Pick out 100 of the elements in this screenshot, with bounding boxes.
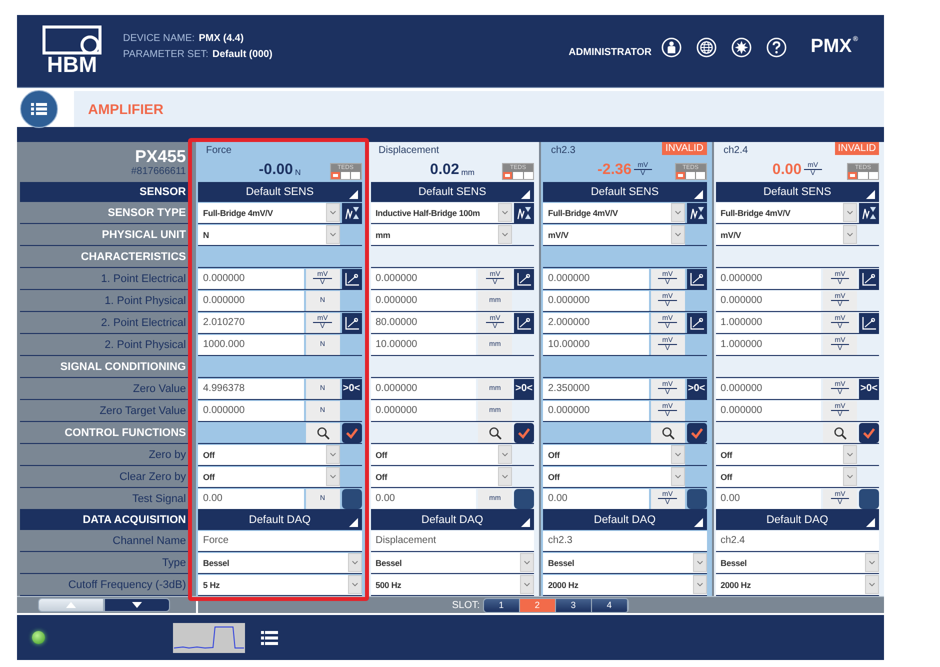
dropdown[interactable]: 5 Hz: [198, 574, 362, 594]
preset-bar[interactable]: Default DAQ: [716, 510, 879, 530]
dropdown[interactable]: 2000 Hz: [543, 574, 706, 594]
input-field[interactable]: 0.000000: [716, 400, 821, 420]
input-field[interactable]: 2.350000: [543, 378, 648, 398]
input-field[interactable]: 0.000000: [543, 290, 648, 310]
globe-icon[interactable]: [696, 36, 717, 58]
dropdown[interactable]: Inductive Half-Bridge 100m: [370, 202, 512, 222]
zero-button[interactable]: >0<: [686, 378, 706, 398]
input-field[interactable]: 0.000000: [716, 290, 821, 310]
input-field[interactable]: 0.00: [198, 488, 304, 508]
input-field[interactable]: 10.00000: [543, 334, 648, 354]
dropdown[interactable]: Off: [716, 444, 857, 464]
calibrate-button[interactable]: [514, 268, 534, 288]
zero-button[interactable]: >0<: [514, 378, 534, 398]
input-field[interactable]: 0.000000: [543, 268, 648, 288]
list-icon[interactable]: [261, 630, 278, 644]
calibrate-button[interactable]: [342, 312, 362, 332]
dropdown[interactable]: Full-Bridge 4mV/V: [543, 202, 684, 222]
sensor-button[interactable]: [859, 202, 879, 222]
input-field[interactable]: 0.00: [370, 488, 476, 508]
dropdown[interactable]: Off: [370, 466, 512, 486]
settings-icon[interactable]: [730, 36, 752, 58]
dropdown[interactable]: 2000 Hz: [716, 574, 879, 594]
input-field[interactable]: 80.00000: [370, 312, 476, 332]
input-field[interactable]: 0.000000: [198, 400, 304, 420]
scroll-down-button[interactable]: [104, 598, 170, 612]
toggle-button[interactable]: [514, 488, 534, 508]
input-field[interactable]: 1000.000: [198, 334, 304, 354]
user-icon[interactable]: [660, 36, 682, 58]
dropdown[interactable]: Off: [198, 444, 340, 464]
dropdown[interactable]: Off: [716, 466, 857, 486]
dropdown[interactable]: Full-Bridge 4mV/V: [198, 202, 340, 222]
input-field[interactable]: 2.010270: [198, 312, 304, 332]
dropdown[interactable]: Bessel: [198, 552, 362, 572]
preset-bar[interactable]: Default DAQ: [198, 510, 362, 530]
input-field[interactable]: 0.000000: [370, 268, 476, 288]
dropdown[interactable]: Off: [198, 466, 340, 486]
help-icon[interactable]: [766, 36, 787, 58]
input-field[interactable]: 10.00000: [370, 334, 476, 354]
preset-bar[interactable]: Default DAQ: [543, 510, 706, 530]
zero-button[interactable]: >0<: [859, 378, 879, 398]
signal-preview-drawing[interactable]: [173, 622, 245, 652]
input-field[interactable]: 0.000000: [716, 268, 821, 288]
input-field[interactable]: 0.000000: [370, 400, 476, 420]
preset-bar[interactable]: Default DAQ: [370, 510, 534, 530]
dropdown[interactable]: Off: [370, 444, 512, 464]
calibrate-button[interactable]: [686, 312, 706, 332]
toggle-button[interactable]: [859, 488, 879, 508]
input-field[interactable]: 2.000000: [543, 312, 648, 332]
checkbox[interactable]: [859, 422, 879, 442]
input-field[interactable]: 0.000000: [198, 268, 304, 288]
menu-button[interactable]: [20, 90, 58, 128]
calibrate-button[interactable]: [514, 312, 534, 332]
input-field[interactable]: 0.000000: [370, 378, 476, 398]
magnifier-button[interactable]: [478, 422, 512, 442]
dropdown[interactable]: Full-Bridge 4mV/V: [716, 202, 857, 222]
preset-bar[interactable]: Default SENS: [543, 182, 706, 202]
checkbox[interactable]: [342, 422, 362, 442]
input-field[interactable]: ch2.4: [716, 530, 879, 550]
input-field[interactable]: Displacement: [370, 530, 534, 550]
checkbox[interactable]: [686, 422, 706, 442]
zero-button[interactable]: >0<: [342, 378, 362, 398]
dropdown[interactable]: Off: [543, 444, 684, 464]
input-field[interactable]: 1.000000: [716, 334, 821, 354]
calibrate-button[interactable]: [686, 268, 706, 288]
magnifier-button[interactable]: [306, 422, 340, 442]
calibrate-button[interactable]: [859, 312, 879, 332]
input-field[interactable]: 0.000000: [370, 290, 476, 310]
magnifier-button[interactable]: [650, 422, 684, 442]
toggle-button[interactable]: [342, 488, 362, 508]
input-field[interactable]: 0.000000: [716, 378, 821, 398]
toggle-button[interactable]: [686, 488, 706, 508]
slot-tab[interactable]: 4: [592, 598, 628, 612]
dropdown[interactable]: mV/V: [543, 224, 684, 244]
sensor-button[interactable]: [342, 202, 362, 222]
slot-tab[interactable]: 1: [484, 598, 520, 612]
input-field[interactable]: 0.000000: [543, 400, 648, 420]
dropdown[interactable]: Bessel: [543, 552, 706, 572]
input-field[interactable]: 4.996378: [198, 378, 304, 398]
dropdown[interactable]: Bessel: [370, 552, 534, 572]
calibrate-button[interactable]: [859, 268, 879, 288]
input-field[interactable]: ch2.3: [543, 530, 706, 550]
input-field[interactable]: 0.00: [543, 488, 648, 508]
sensor-button[interactable]: [686, 202, 706, 222]
input-field[interactable]: 0.00: [716, 488, 821, 508]
sensor-button[interactable]: [514, 202, 534, 222]
preset-bar[interactable]: Default SENS: [716, 182, 879, 202]
input-field[interactable]: 1.000000: [716, 312, 821, 332]
dropdown[interactable]: mm: [370, 224, 512, 244]
input-field[interactable]: 0.000000: [198, 290, 304, 310]
dropdown[interactable]: N: [198, 224, 340, 244]
dropdown[interactable]: Off: [543, 466, 684, 486]
dropdown[interactable]: mV/V: [716, 224, 857, 244]
dropdown[interactable]: Bessel: [716, 552, 879, 572]
dropdown[interactable]: 500 Hz: [370, 574, 534, 594]
checkbox[interactable]: [514, 422, 534, 442]
preset-bar[interactable]: Default SENS: [370, 182, 534, 202]
calibrate-button[interactable]: [342, 268, 362, 288]
slot-tab[interactable]: 3: [556, 598, 592, 612]
